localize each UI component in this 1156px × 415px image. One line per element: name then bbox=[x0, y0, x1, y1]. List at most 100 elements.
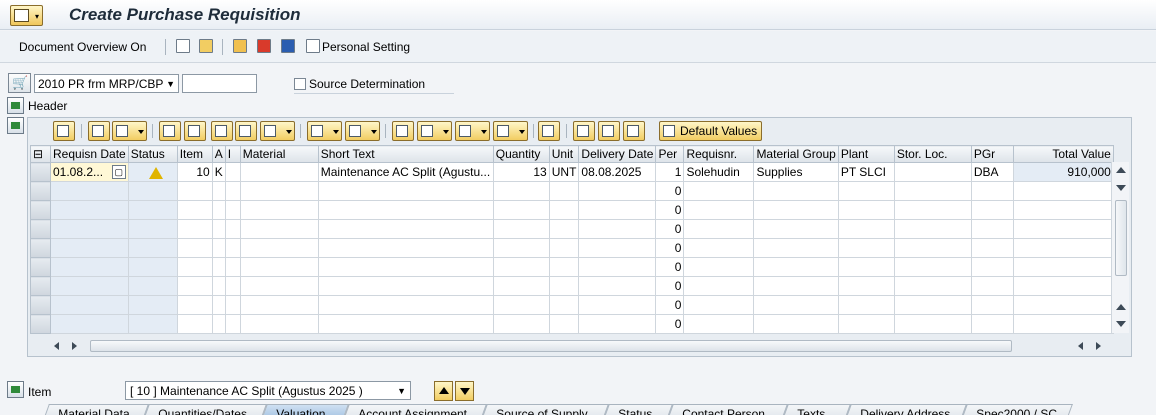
material-group-cell[interactable]: Supplies bbox=[753, 162, 839, 182]
table-row[interactable]: 0 bbox=[30, 219, 1114, 239]
empty-cell[interactable] bbox=[548, 219, 580, 239]
find-button[interactable] bbox=[211, 121, 233, 141]
column-header[interactable]: Total Value bbox=[1012, 145, 1114, 163]
empty-cell[interactable] bbox=[683, 276, 755, 296]
scroll-down-icon[interactable] bbox=[1116, 185, 1126, 191]
per-cell[interactable]: 0 bbox=[655, 295, 685, 315]
empty-cell[interactable] bbox=[893, 219, 972, 239]
subtotal-button[interactable] bbox=[345, 121, 380, 141]
column-header[interactable]: Material bbox=[239, 145, 319, 163]
empty-cell[interactable] bbox=[548, 276, 580, 296]
hold-icon[interactable] bbox=[233, 39, 247, 53]
per-cell[interactable]: 0 bbox=[655, 314, 685, 334]
empty-cell[interactable] bbox=[224, 200, 241, 220]
empty-cell[interactable] bbox=[578, 276, 657, 296]
empty-cell[interactable] bbox=[837, 238, 895, 258]
row-selector[interactable] bbox=[30, 162, 51, 182]
document-type-select[interactable]: 2010 PR frm MRP/CBP ▼ bbox=[34, 74, 179, 93]
storage-location-cell[interactable] bbox=[893, 162, 972, 182]
empty-cell[interactable] bbox=[548, 181, 580, 201]
empty-cell[interactable] bbox=[317, 200, 494, 220]
table-row[interactable]: 0 bbox=[30, 295, 1114, 315]
empty-cell[interactable] bbox=[683, 238, 755, 258]
tab-delivery-address[interactable]: Delivery Address bbox=[845, 404, 967, 415]
table-row[interactable]: 0 bbox=[30, 181, 1114, 201]
empty-cell[interactable] bbox=[176, 295, 213, 315]
unit-cell[interactable]: UNT bbox=[548, 162, 580, 182]
empty-cell[interactable] bbox=[893, 257, 972, 277]
empty-cell[interactable] bbox=[317, 219, 494, 239]
scroll-page-right-icon[interactable] bbox=[1096, 342, 1101, 350]
empty-cell[interactable] bbox=[224, 219, 241, 239]
empty-cell[interactable] bbox=[837, 295, 895, 315]
empty-cell[interactable] bbox=[211, 219, 226, 239]
empty-cell[interactable] bbox=[753, 295, 839, 315]
empty-cell[interactable] bbox=[176, 181, 213, 201]
overview-collapse-icon[interactable] bbox=[7, 117, 24, 134]
row-selector[interactable] bbox=[30, 314, 51, 334]
empty-cell[interactable] bbox=[893, 238, 972, 258]
table-row[interactable]: 01.08.2... ▢ 10 K Maintenance AC Split (A… bbox=[30, 162, 1114, 182]
import-button[interactable] bbox=[573, 121, 595, 141]
layout-button[interactable] bbox=[493, 121, 528, 141]
filter-button[interactable] bbox=[260, 121, 295, 141]
empty-cell[interactable] bbox=[548, 295, 580, 315]
row-selector[interactable] bbox=[30, 200, 51, 220]
tab-contact-person[interactable]: Contact Person bbox=[667, 404, 788, 415]
empty-cell[interactable] bbox=[224, 257, 241, 277]
delivery-date-cell[interactable]: 08.08.2025 bbox=[578, 162, 657, 182]
tab-source-of-supply[interactable]: Source of Supply bbox=[481, 404, 609, 415]
item-select[interactable]: [ 10 ] Maintenance AC Split (Agustus 202… bbox=[125, 381, 411, 400]
empty-cell[interactable] bbox=[239, 314, 319, 334]
empty-cell[interactable] bbox=[970, 238, 1014, 258]
empty-cell[interactable] bbox=[578, 200, 657, 220]
empty-cell[interactable] bbox=[578, 314, 657, 334]
empty-cell[interactable] bbox=[753, 219, 839, 239]
empty-cell[interactable] bbox=[548, 257, 580, 277]
empty-cell[interactable] bbox=[548, 200, 580, 220]
empty-cell[interactable] bbox=[837, 314, 895, 334]
info-button[interactable] bbox=[538, 121, 560, 141]
empty-cell[interactable] bbox=[683, 314, 755, 334]
row-selector[interactable] bbox=[30, 257, 51, 277]
empty-cell[interactable] bbox=[239, 219, 319, 239]
details-button[interactable] bbox=[53, 121, 75, 141]
column-header[interactable]: Unit bbox=[548, 145, 580, 163]
empty-cell[interactable] bbox=[683, 200, 755, 220]
delete-button[interactable] bbox=[112, 121, 147, 141]
tab-account-assignment[interactable]: Account Assignment bbox=[343, 404, 487, 415]
check-icon[interactable] bbox=[257, 39, 271, 53]
views-button[interactable] bbox=[417, 121, 452, 141]
row-selector[interactable] bbox=[30, 295, 51, 315]
header-expand-icon[interactable] bbox=[7, 97, 24, 114]
empty-cell[interactable] bbox=[492, 276, 550, 296]
sum-button[interactable] bbox=[307, 121, 342, 141]
empty-cell[interactable] bbox=[970, 200, 1014, 220]
column-header[interactable]: A bbox=[211, 145, 226, 163]
empty-cell[interactable] bbox=[492, 181, 550, 201]
empty-cell[interactable] bbox=[578, 295, 657, 315]
empty-cell[interactable] bbox=[578, 219, 657, 239]
tab-valuation[interactable]: Valuation bbox=[261, 404, 349, 415]
row-selector[interactable] bbox=[30, 181, 51, 201]
row-selector[interactable] bbox=[30, 219, 51, 239]
empty-cell[interactable] bbox=[239, 257, 319, 277]
empty-cell[interactable] bbox=[239, 181, 319, 201]
scroll-page-down-icon[interactable] bbox=[1116, 321, 1126, 327]
empty-cell[interactable] bbox=[176, 314, 213, 334]
personal-setting-icon[interactable] bbox=[306, 39, 320, 53]
per-cell[interactable]: 0 bbox=[655, 238, 685, 258]
item-cell[interactable]: 10 bbox=[176, 162, 213, 182]
document-number-field[interactable] bbox=[182, 74, 257, 93]
next-item-button[interactable] bbox=[455, 381, 474, 401]
find-next-button[interactable] bbox=[235, 121, 257, 141]
table-row[interactable]: 0 bbox=[30, 257, 1114, 277]
column-header[interactable]: Material Group bbox=[753, 145, 839, 163]
empty-cell[interactable] bbox=[317, 295, 494, 315]
column-header[interactable]: Requisnr. bbox=[683, 145, 755, 163]
column-header[interactable]: Status bbox=[127, 145, 178, 163]
empty-cell[interactable] bbox=[970, 314, 1014, 334]
empty-cell[interactable] bbox=[753, 238, 839, 258]
empty-cell[interactable] bbox=[837, 200, 895, 220]
column-header[interactable]: Per bbox=[655, 145, 685, 163]
